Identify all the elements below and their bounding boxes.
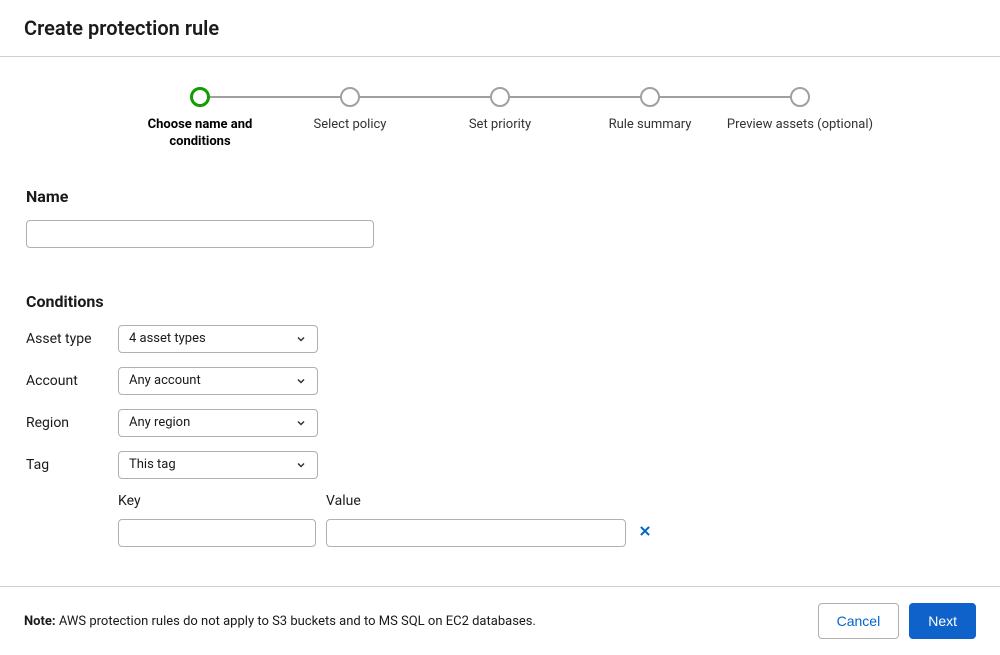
step-select-policy[interactable]: Select policy xyxy=(275,87,425,134)
tag-value-label: Value xyxy=(326,493,626,509)
step-rule-summary[interactable]: Rule summary xyxy=(575,87,725,134)
close-icon xyxy=(638,524,652,538)
asset-type-dropdown[interactable]: 4 asset types xyxy=(118,325,318,353)
account-label: Account xyxy=(26,373,118,389)
conditions-section-title: Conditions xyxy=(26,292,974,311)
step-connector xyxy=(200,96,350,98)
account-dropdown[interactable]: Any account xyxy=(118,367,318,395)
asset-type-row: Asset type 4 asset types xyxy=(26,325,974,353)
tag-key-input[interactable] xyxy=(118,519,316,547)
remove-tag-icon[interactable] xyxy=(638,522,652,547)
step-circle-icon xyxy=(490,87,510,107)
note-prefix: Note: xyxy=(24,614,56,629)
form-area: Name Conditions Asset type 4 asset types… xyxy=(0,171,1000,567)
tag-key-column: Key xyxy=(118,493,316,547)
region-dropdown[interactable]: Any region xyxy=(118,409,318,437)
rule-name-input[interactable] xyxy=(26,220,374,248)
page-title: Create protection rule xyxy=(24,16,976,40)
footer-note: Note: AWS protection rules do not apply … xyxy=(24,614,536,629)
chevron-down-icon xyxy=(295,375,307,387)
step-label: Rule summary xyxy=(609,117,692,134)
conditions-section: Conditions Asset type 4 asset types Acco… xyxy=(26,292,974,547)
tag-value-input[interactable] xyxy=(326,519,626,547)
account-value: Any account xyxy=(129,373,201,388)
asset-type-value: 4 asset types xyxy=(129,331,206,346)
footer-buttons: Cancel Next xyxy=(818,603,976,639)
tag-key-label: Key xyxy=(118,493,316,509)
step-connector xyxy=(500,96,650,98)
step-circle-icon xyxy=(790,87,810,107)
step-label: Set priority xyxy=(469,117,531,134)
step-choose-name[interactable]: Choose name and conditions xyxy=(125,87,275,151)
chevron-down-icon xyxy=(295,417,307,429)
name-section-title: Name xyxy=(26,187,974,206)
tag-key-value-row: Key Value xyxy=(118,493,974,547)
tag-value-column: Value xyxy=(326,493,626,547)
step-preview-assets[interactable]: Preview assets (optional) xyxy=(725,87,875,134)
step-connector xyxy=(350,96,500,98)
region-row: Region Any region xyxy=(26,409,974,437)
note-text: AWS protection rules do not apply to S3 … xyxy=(56,614,536,629)
step-label: Choose name and conditions xyxy=(125,117,275,151)
region-value: Any region xyxy=(129,415,190,430)
step-connector xyxy=(650,96,800,98)
tag-row: Tag This tag xyxy=(26,451,974,479)
dialog-header: Create protection rule xyxy=(0,0,1000,56)
chevron-down-icon xyxy=(295,333,307,345)
dialog-footer: Note: AWS protection rules do not apply … xyxy=(0,586,1000,655)
step-label: Select policy xyxy=(314,117,387,134)
tag-dropdown[interactable]: This tag xyxy=(118,451,318,479)
steps-row: Choose name and conditions Select policy… xyxy=(125,87,875,151)
asset-type-label: Asset type xyxy=(26,331,118,347)
step-circle-icon xyxy=(640,87,660,107)
cancel-button[interactable]: Cancel xyxy=(818,603,900,639)
step-circle-icon xyxy=(340,87,360,107)
step-set-priority[interactable]: Set priority xyxy=(425,87,575,134)
chevron-down-icon xyxy=(295,459,307,471)
step-circle-icon xyxy=(190,87,210,107)
tag-value: This tag xyxy=(129,457,176,472)
next-button[interactable]: Next xyxy=(909,603,976,639)
account-row: Account Any account xyxy=(26,367,974,395)
tag-label: Tag xyxy=(26,457,118,473)
wizard-stepper: Choose name and conditions Select policy… xyxy=(0,57,1000,171)
step-label: Preview assets (optional) xyxy=(727,117,873,134)
region-label: Region xyxy=(26,415,118,431)
